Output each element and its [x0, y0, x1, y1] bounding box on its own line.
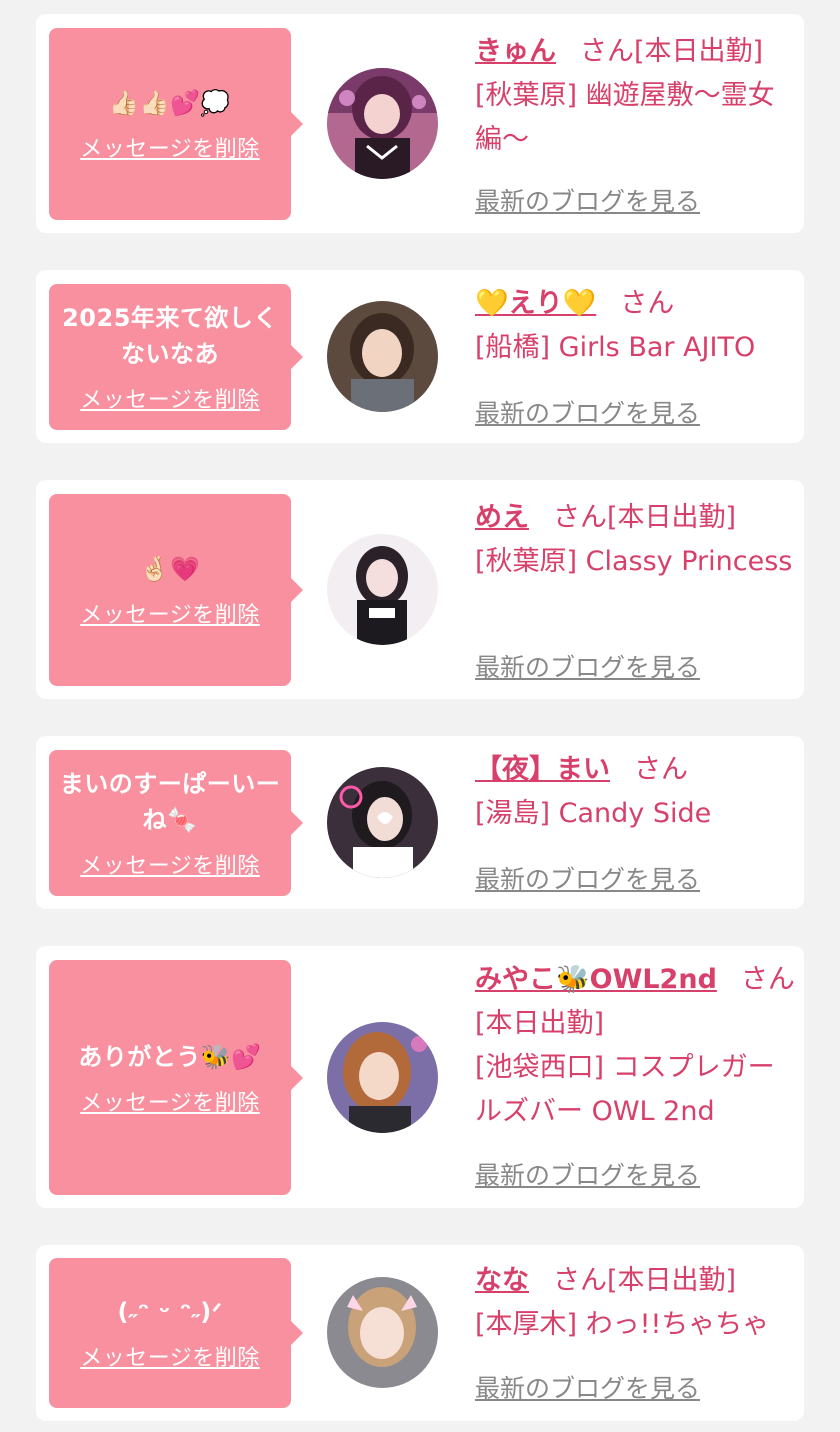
avatar[interactable] [327, 1277, 438, 1388]
cast-name-link[interactable]: なな [475, 1265, 529, 1296]
avatar[interactable] [327, 68, 438, 179]
avatar[interactable] [327, 301, 438, 412]
cast-info: みやこ🐝OWL2nd さん [本日出勤] [池袋西口] コスプレガールズバー OWL… [475, 958, 797, 1134]
latest-blog-link[interactable]: 最新のブログを見る [475, 1156, 700, 1192]
shop-name: [本厚木] わっ!!ちゃちゃ [475, 1309, 770, 1340]
latest-blog-link[interactable]: 最新のブログを見る [475, 860, 700, 896]
message-card: ありがとう🐝💕 メッセージを削除 みやこ🐝OWL2nd さん [本日出勤] [池袋西… [36, 946, 804, 1208]
message-bubble: ありがとう🐝💕 メッセージを削除 [49, 960, 303, 1195]
message-text: (˶ᵔ ᵕ ᵔ˶)ᐟ [117, 1298, 223, 1326]
cast-name-link[interactable]: めえ [475, 502, 529, 533]
avatar[interactable] [327, 1022, 438, 1133]
attendance-status: [本日出勤] [634, 36, 764, 67]
latest-blog-link[interactable]: 最新のブログを見る [475, 182, 700, 218]
message-text: 🤞🏻💗 [139, 555, 201, 583]
message-card: (˶ᵔ ᵕ ᵔ˶)ᐟ メッセージを削除 なな さん[本日出勤] [本厚木] わっ!… [36, 1245, 804, 1421]
shop-name: [池袋西口] コスプレガールズバー OWL 2nd [475, 1052, 775, 1127]
cast-info: めえ さん[本日出勤] [秋葉原] Classy Princess [475, 496, 797, 584]
message-card: 👍🏻👍🏻💕💭 メッセージを削除 きゅん さん[本日出勤] [秋葉原] 幽遊屋敷〜霊… [36, 14, 804, 233]
message-bubble: 🤞🏻💗 メッセージを削除 [49, 494, 303, 686]
cast-name-link[interactable]: きゅん [475, 36, 556, 67]
honorific: さん [580, 36, 634, 67]
message-text: 👍🏻👍🏻💕💭 [109, 89, 231, 117]
latest-blog-link[interactable]: 最新のブログを見る [475, 394, 700, 430]
delete-message-link[interactable]: メッセージを削除 [80, 1340, 260, 1372]
cast-name-link[interactable]: みやこ🐝OWL2nd [475, 964, 717, 995]
honorific: さん [553, 1265, 607, 1296]
attendance-status: [本日出勤] [607, 1265, 737, 1296]
delete-message-link[interactable]: メッセージを削除 [80, 1085, 260, 1117]
message-text: 2025年来て欲しくないなあ [62, 304, 278, 368]
message-card: 🤞🏻💗 メッセージを削除 めえ さん[本日出勤] [秋葉原] Classy Pri… [36, 480, 804, 699]
avatar[interactable] [327, 534, 438, 645]
delete-message-link[interactable]: メッセージを削除 [80, 848, 260, 880]
message-bubble: 👍🏻👍🏻💕💭 メッセージを削除 [49, 28, 303, 220]
shop-name: [秋葉原] Classy Princess [475, 546, 793, 577]
shop-name: [船橋] Girls Bar AJITO [475, 332, 756, 363]
message-bubble: 2025年来て欲しくないなあ メッセージを削除 [49, 284, 303, 430]
shop-name: [秋葉原] 幽遊屋敷〜霊女編〜 [475, 80, 775, 155]
latest-blog-link[interactable]: 最新のブログを見る [475, 1369, 700, 1405]
attendance-status: [本日出勤] [475, 1008, 605, 1039]
attendance-status: [本日出勤] [607, 502, 737, 533]
message-bubble: (˶ᵔ ᵕ ᵔ˶)ᐟ メッセージを削除 [49, 1258, 303, 1408]
message-bubble: まいのすーぱーいーね🍬 メッセージを削除 [49, 750, 303, 896]
cast-info: きゅん さん[本日出勤] [秋葉原] 幽遊屋敷〜霊女編〜 [475, 30, 797, 162]
honorific: さん [553, 502, 607, 533]
cast-info: なな さん[本日出勤] [本厚木] わっ!!ちゃちゃ [475, 1259, 797, 1347]
cast-info: 【夜】まい さん [湯島] Candy Side [475, 748, 797, 836]
message-text: まいのすーぱーいーね🍬 [59, 770, 281, 834]
avatar[interactable] [327, 767, 438, 878]
cast-name-link[interactable]: 💛えり💛 [475, 288, 596, 319]
message-text: ありがとう🐝💕 [78, 1042, 262, 1071]
message-card: 2025年来て欲しくないなあ メッセージを削除 💛えり💛 さん [船橋] Girl… [36, 270, 804, 443]
latest-blog-link[interactable]: 最新のブログを見る [475, 648, 700, 684]
message-card: まいのすーぱーいーね🍬 メッセージを削除 【夜】まい さん [湯島] Candy … [36, 736, 804, 909]
honorific: さん [740, 964, 795, 995]
honorific: さん [634, 754, 688, 785]
delete-message-link[interactable]: メッセージを削除 [80, 597, 260, 629]
honorific: さん [620, 288, 675, 319]
delete-message-link[interactable]: メッセージを削除 [80, 382, 260, 414]
shop-name: [湯島] Candy Side [475, 798, 712, 829]
delete-message-link[interactable]: メッセージを削除 [80, 131, 260, 163]
cast-info: 💛えり💛 さん [船橋] Girls Bar AJITO [475, 282, 797, 370]
cast-name-link[interactable]: 【夜】まい [475, 754, 610, 785]
